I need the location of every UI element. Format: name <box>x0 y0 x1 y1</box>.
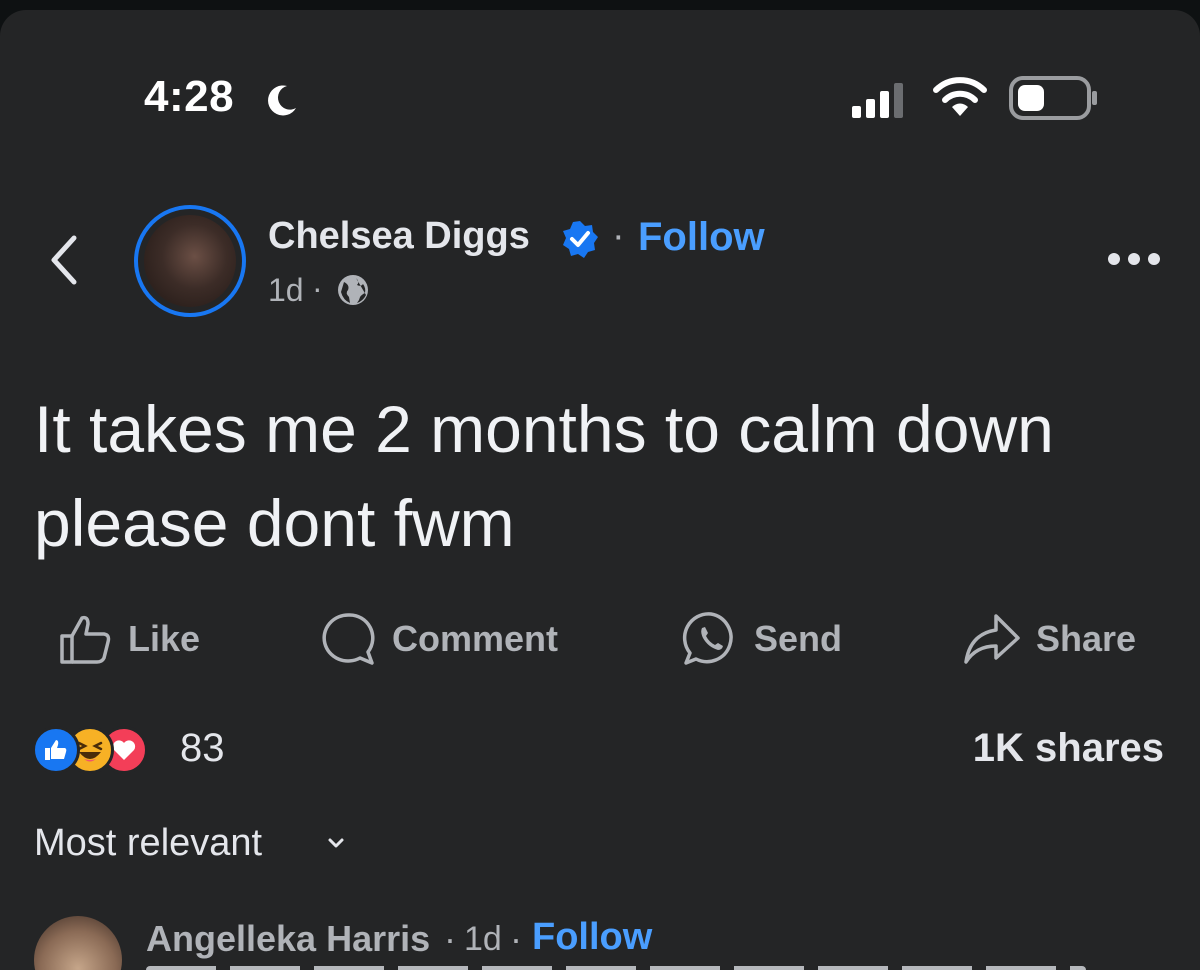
share-button[interactable]: Share <box>962 608 1136 670</box>
like-label: Like <box>128 618 201 659</box>
back-icon[interactable] <box>44 230 84 290</box>
post-time: 1d <box>268 272 304 308</box>
commenter-avatar[interactable] <box>34 916 122 970</box>
verified-badge-icon <box>563 221 598 258</box>
separator-dot: · <box>612 215 625 257</box>
avatar-image <box>144 215 236 307</box>
author-name[interactable]: Chelsea Diggs <box>268 215 530 258</box>
follow-button[interactable]: Follow <box>638 215 765 260</box>
more-options-icon[interactable] <box>1106 250 1162 268</box>
status-time: 4:28 <box>144 72 235 121</box>
share-count[interactable]: 1K shares <box>973 726 1164 771</box>
separator-dot: · <box>312 270 323 306</box>
comment-label: Comment <box>392 618 559 659</box>
share-label: Share <box>1036 618 1137 659</box>
reaction-icons[interactable] <box>32 726 148 774</box>
send-button[interactable]: Send <box>682 608 842 670</box>
send-label: Send <box>754 618 843 659</box>
chevron-down-icon[interactable] <box>326 836 346 850</box>
commenter-name[interactable]: Angelleka Harris <box>146 918 430 960</box>
separator-dot: · <box>510 918 522 959</box>
post-screen: 4:28 Chelsea Diggs · Follow 1d · It take… <box>0 10 1200 970</box>
like-reaction-icon <box>32 726 80 774</box>
author-avatar[interactable] <box>134 205 246 317</box>
commenter-follow-button[interactable]: Follow <box>532 916 652 959</box>
comment-text-clipped <box>146 966 1086 970</box>
comment-sort-dropdown[interactable]: Most relevant <box>34 822 262 865</box>
share-arrow-icon <box>964 614 1020 664</box>
cellular-signal-icon <box>852 83 903 118</box>
comment-time: 1d <box>464 920 502 958</box>
whatsapp-icon <box>682 612 733 665</box>
moon-icon <box>268 85 296 116</box>
globe-icon <box>338 275 368 305</box>
like-button[interactable]: Like <box>56 608 200 670</box>
thumbs-up-icon <box>60 615 111 664</box>
post-text: It takes me 2 months to calm down please… <box>34 392 1054 560</box>
comment-button[interactable]: Comment <box>320 608 558 670</box>
separator-dot: · <box>444 918 456 959</box>
wifi-icon <box>933 77 987 116</box>
reaction-count[interactable]: 83 <box>180 726 225 771</box>
battery-icon <box>1009 76 1097 120</box>
comment-bubble-icon <box>322 613 375 665</box>
